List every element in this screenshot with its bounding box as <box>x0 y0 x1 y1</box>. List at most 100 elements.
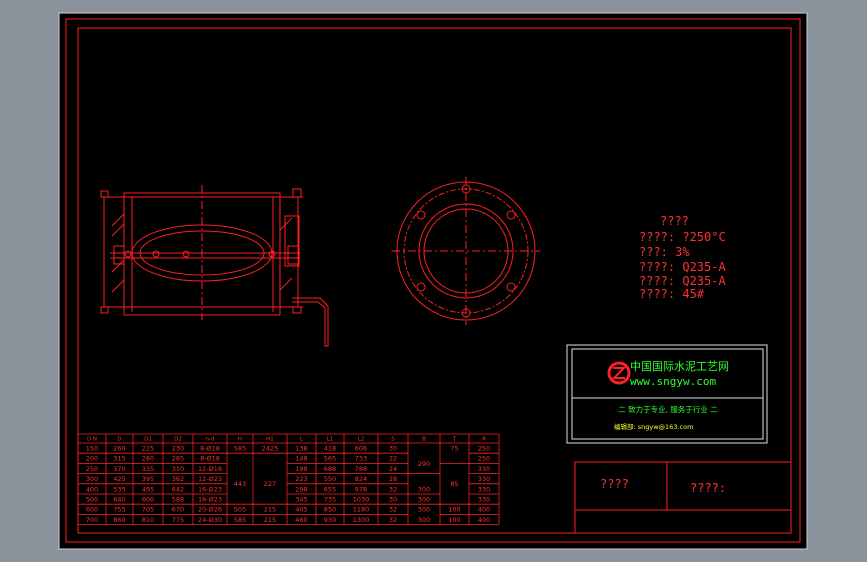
title-block-left-cell: ???? <box>600 477 629 491</box>
table-merged-cell: 100 <box>448 516 460 524</box>
table-cell: 335 <box>142 465 154 473</box>
logo-box: 中国国际水泥工艺网 www.sngyw.com 二 致力于专业, 服务于行业 二… <box>566 344 768 444</box>
table-cell: 280 <box>142 455 154 463</box>
table-cell: 495 <box>142 485 154 493</box>
table-merged-cell: 215 <box>264 506 276 514</box>
table-cell: 425 <box>113 475 125 483</box>
table-merged-cell: 290 <box>418 460 430 468</box>
table-cell: 500 <box>86 496 98 504</box>
table-merged-cell: 100 <box>448 506 460 514</box>
table-cell: 930 <box>324 516 336 524</box>
table-header-cell: T <box>452 437 457 443</box>
table-cell: 606 <box>355 445 367 453</box>
table-header-cell: H <box>238 437 242 443</box>
table-cell: 260 <box>113 445 125 453</box>
table-cell: 395 <box>142 475 154 483</box>
table-cell: 824 <box>355 475 367 483</box>
table-cell: 775 <box>172 516 184 524</box>
table-cell: 20-Ø26 <box>198 506 222 514</box>
table-cell: 225 <box>142 445 154 453</box>
table-cell: 565 <box>324 455 336 463</box>
table-cell: 345 <box>295 496 307 504</box>
table-cell: 640 <box>113 496 125 504</box>
table-cell: 12-Ø18 <box>198 465 222 473</box>
table-cell: 1300 <box>353 516 370 524</box>
note-line-5: ????: 45# <box>639 287 705 301</box>
table-cell: 24 <box>389 465 397 473</box>
table-header-cell: L1 <box>327 437 334 443</box>
table-merged-cell: 443 <box>234 480 246 488</box>
table-cell: 300 <box>86 475 98 483</box>
table-cell: 32 <box>389 485 397 493</box>
table-cell: 310 <box>172 465 184 473</box>
table-cell: 400 <box>86 485 98 493</box>
table-cell: 460 <box>295 516 307 524</box>
table-cell: 733 <box>355 455 367 463</box>
table-cell: 16-Ø23 <box>198 485 222 493</box>
table-merged-cell: 85 <box>450 480 458 488</box>
table-cell: 330 <box>478 475 490 483</box>
table-cell: 12-Ø23 <box>198 475 222 483</box>
table-header-cell: R <box>482 437 486 443</box>
table-cell: 370 <box>113 465 125 473</box>
table-cell: 32 <box>389 506 397 514</box>
table-cell: 22 <box>389 455 397 463</box>
table-cell: 642 <box>172 485 184 493</box>
table-cell: 400 <box>478 516 490 524</box>
table-cell: 250 <box>86 465 98 473</box>
table-merged-cell: 585 <box>234 516 246 524</box>
table-merged-cell: 227 <box>264 480 276 488</box>
table-cell: 588 <box>172 496 184 504</box>
table-cell: 250 <box>478 455 490 463</box>
table-header-cell: L2 <box>358 437 365 443</box>
table-cell: 362 <box>172 475 184 483</box>
table-cell: 705 <box>142 506 154 514</box>
table-merged-cell: 2425 <box>262 445 279 453</box>
table-cell: 32 <box>389 516 397 524</box>
table-cell: 298 <box>295 485 307 493</box>
table-cell: 1180 <box>353 506 370 514</box>
table-cell: 330 <box>478 465 490 473</box>
table-cell: 250 <box>478 445 490 453</box>
table-cell: 535 <box>113 485 125 493</box>
table-cell: 230 <box>172 445 184 453</box>
table-header-cell: D2 <box>174 437 182 443</box>
table-merged-cell: 585 <box>234 445 246 453</box>
table-merged-cell: 300 <box>418 485 430 493</box>
table-cell: 1030 <box>353 496 370 504</box>
table-cell: 8-Ø18 <box>200 455 220 463</box>
table-merged-cell: 300 <box>418 516 430 524</box>
site-slogan: 二 致力于专业, 服务于行业 二 <box>618 404 718 414</box>
table-cell: 600 <box>86 506 98 514</box>
table-header-cell: n-d <box>206 437 215 443</box>
table-merged-cell: 300 <box>418 496 430 504</box>
table-cell: 600 <box>142 496 154 504</box>
table-header-cell: B <box>422 437 426 443</box>
title-block-right-cell: ????: <box>690 481 726 495</box>
table-cell: 655 <box>324 485 336 493</box>
table-cell: 330 <box>478 496 490 504</box>
table-cell: 700 <box>86 516 98 524</box>
table-cell: 28 <box>389 475 397 483</box>
table-cell: 860 <box>113 516 125 524</box>
note-line-3: ????: Q235-A <box>639 260 726 274</box>
table-cell: 550 <box>324 475 336 483</box>
table-cell: 755 <box>113 506 125 514</box>
note-line-2: ???: 3% <box>639 245 690 259</box>
table-cell: 200 <box>86 455 98 463</box>
table-cell: 8-Ø18 <box>200 445 220 453</box>
table-cell: 735 <box>324 496 336 504</box>
table-cell: 688 <box>324 465 336 473</box>
table-cell: 16-Ø23 <box>198 496 222 504</box>
table-cell: 285 <box>172 455 184 463</box>
table-cell: 978 <box>355 485 367 493</box>
table-header-cell: D1 <box>144 437 152 443</box>
table-cell: 315 <box>113 455 125 463</box>
table-cell: 30 <box>389 445 397 453</box>
table-header-cell: D <box>117 437 121 443</box>
table-cell: 330 <box>478 485 490 493</box>
table-header-cell: H1 <box>266 437 274 443</box>
note-line-1: ????: ?250°C <box>639 230 726 244</box>
cad-drawing-sheet: ???? ????: ?250°C ???: 3% ????: Q235-A ?… <box>58 12 808 550</box>
table-cell: 24-Ø30 <box>198 516 222 524</box>
